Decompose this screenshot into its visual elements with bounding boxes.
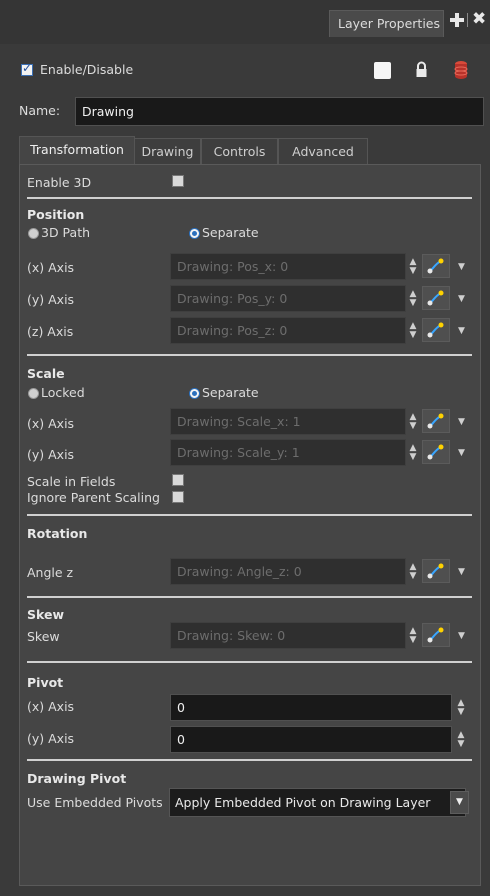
embedded-pivot-select[interactable]: Apply Embedded Pivot on Drawing Layer (169, 788, 466, 817)
scale-in-fields-label: Scale in Fields (27, 474, 116, 489)
scale-in-fields-checkbox[interactable] (172, 474, 184, 486)
chevron-down-icon[interactable]: ▼ (450, 791, 469, 814)
3d-path-label: 3D Path (41, 225, 91, 240)
divider (27, 661, 472, 663)
locked-label: Locked (41, 385, 85, 400)
ignore-parent-scaling-label: Ignore Parent Scaling (27, 490, 160, 505)
chevron-down-icon[interactable]: ▼ (458, 631, 465, 641)
enable-3d-label: Enable 3D (27, 175, 92, 190)
close-icon[interactable]: ✖ (472, 9, 486, 29)
tab-transformation[interactable]: Transformation (19, 136, 135, 165)
enable-3d-checkbox[interactable] (172, 175, 184, 187)
chevron-down-icon[interactable]: ▼ (458, 294, 465, 304)
spin-arrows-icon[interactable]: ▲ ▼ (456, 699, 466, 717)
divider (27, 354, 472, 356)
plus-icon[interactable] (450, 13, 464, 27)
position-z-label: (z) Axis (27, 324, 74, 339)
skew-field[interactable]: Drawing: Skew: 0 (170, 622, 406, 649)
drawing-pivot-title: Drawing Pivot (27, 771, 127, 786)
angle-z-field[interactable]: Drawing: Angle_z: 0 (170, 558, 406, 585)
chevron-down-icon[interactable]: ▼ (458, 417, 465, 427)
function-curve-icon[interactable] (422, 409, 450, 433)
scale-y-field[interactable]: Drawing: Scale_y: 1 (170, 439, 406, 466)
pivot-x-label: (x) Axis (27, 699, 75, 714)
position-x-field[interactable]: Drawing: Pos_x: 0 (170, 253, 406, 280)
pivot-y-field[interactable]: 0 (170, 726, 452, 753)
locked-radio[interactable] (28, 388, 39, 399)
function-curve-icon[interactable] (422, 623, 450, 647)
skew-title: Skew (27, 607, 65, 622)
pivot-title: Pivot (27, 675, 64, 690)
name-input[interactable]: Drawing (75, 97, 484, 126)
spin-arrows-icon[interactable]: ▲ ▼ (408, 258, 418, 276)
function-curve-icon[interactable] (422, 440, 450, 464)
spin-arrows-icon[interactable]: ▲ ▼ (408, 322, 418, 340)
rotation-title: Rotation (27, 526, 88, 541)
tab-controls[interactable]: Controls (201, 138, 278, 164)
separate-label: Separate (202, 225, 259, 240)
position-z-field[interactable]: Drawing: Pos_z: 0 (170, 317, 406, 344)
function-curve-icon[interactable] (422, 559, 450, 583)
function-curve-icon[interactable] (422, 286, 450, 310)
scale-x-label: (x) Axis (27, 416, 75, 431)
layer-stack-icon[interactable] (454, 60, 468, 80)
scale-title: Scale (27, 366, 65, 381)
lock-icon[interactable] (414, 61, 429, 79)
position-x-label: (x) Axis (27, 260, 75, 275)
separate-label: Separate (202, 385, 259, 400)
spin-arrows-icon[interactable]: ▲ ▼ (408, 444, 418, 462)
scale-x-field[interactable]: Drawing: Scale_x: 1 (170, 408, 406, 435)
function-curve-icon[interactable] (422, 318, 450, 342)
tab-drawing[interactable]: Drawing (134, 138, 201, 164)
enable-disable-label: Enable/Disable (40, 62, 134, 77)
function-curve-icon[interactable] (422, 254, 450, 278)
separate-radio[interactable] (189, 228, 200, 239)
position-y-field[interactable]: Drawing: Pos_y: 0 (170, 285, 406, 312)
divider (27, 759, 472, 761)
separate-radio[interactable] (189, 388, 200, 399)
divider (27, 596, 472, 598)
skew-label: Skew (27, 629, 60, 644)
position-y-label: (y) Axis (27, 292, 75, 307)
divider (27, 197, 472, 199)
spin-arrows-icon[interactable]: ▲ ▼ (408, 413, 418, 431)
pivot-x-field[interactable]: 0 (170, 694, 452, 721)
divider (27, 514, 472, 516)
divider (467, 13, 468, 27)
chevron-down-icon[interactable]: ▼ (458, 262, 465, 272)
enable-disable-checkbox[interactable] (21, 61, 33, 76)
angle-z-label: Angle z (27, 565, 74, 580)
tab-advanced[interactable]: Advanced (278, 138, 368, 164)
spin-arrows-icon[interactable]: ▲ ▼ (408, 290, 418, 308)
use-embedded-pivots-label: Use Embedded Pivots (27, 795, 163, 810)
chevron-down-icon[interactable]: ▼ (458, 326, 465, 336)
spin-arrows-icon[interactable]: ▲ ▼ (408, 563, 418, 581)
position-title: Position (27, 207, 85, 222)
name-label: Name: (19, 103, 61, 118)
spin-arrows-icon[interactable]: ▲ ▼ (456, 731, 466, 749)
ignore-parent-scaling-checkbox[interactable] (172, 491, 184, 503)
3d-path-radio[interactable] (28, 228, 39, 239)
scale-y-label: (y) Axis (27, 447, 75, 462)
spin-arrows-icon[interactable]: ▲ ▼ (408, 627, 418, 645)
chevron-down-icon[interactable]: ▼ (458, 567, 465, 577)
color-swatch-icon[interactable] (374, 62, 391, 79)
pivot-y-label: (y) Axis (27, 731, 75, 746)
tab-layer-properties[interactable]: Layer Properties (329, 10, 444, 37)
chevron-down-icon[interactable]: ▼ (458, 448, 465, 458)
